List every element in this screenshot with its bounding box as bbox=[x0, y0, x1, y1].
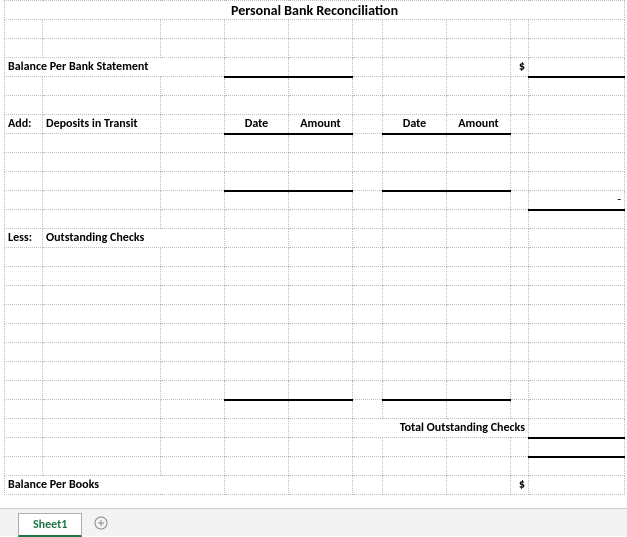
add-label: Add: bbox=[5, 115, 43, 134]
total-outstanding-label: Total Outstanding Checks bbox=[353, 419, 529, 438]
currency-symbol: $ bbox=[511, 58, 529, 77]
date-header-1: Date bbox=[225, 115, 289, 134]
sheet-tab-active[interactable]: Sheet1 bbox=[18, 513, 82, 537]
currency-symbol-2: $ bbox=[511, 476, 529, 495]
date-header-2: Date bbox=[383, 115, 447, 134]
sheet-tab-strip: Sheet1 bbox=[0, 508, 627, 536]
bank-balance-total[interactable] bbox=[529, 58, 625, 77]
bank-balance-field[interactable] bbox=[225, 58, 289, 77]
add-sheet-button[interactable] bbox=[90, 512, 112, 534]
page-title: Personal Bank Reconciliation bbox=[5, 1, 625, 20]
amount-header-2: Amount bbox=[447, 115, 511, 134]
amount-header-1: Amount bbox=[289, 115, 353, 134]
less-label: Less: bbox=[5, 229, 43, 248]
balance-per-books-value[interactable] bbox=[529, 476, 625, 495]
plus-circle-icon bbox=[94, 516, 108, 530]
spreadsheet-grid[interactable]: Personal Bank Reconciliation Balance Per… bbox=[4, 0, 625, 495]
deposits-in-transit-label: Deposits in Transit bbox=[43, 115, 161, 134]
balance-per-books-label: Balance Per Books bbox=[5, 476, 225, 495]
balance-per-bank-label: Balance Per Bank Statement bbox=[5, 58, 225, 77]
total-outstanding-value[interactable] bbox=[529, 419, 625, 438]
deposits-total: - bbox=[529, 191, 625, 210]
outstanding-checks-label: Outstanding Checks bbox=[43, 229, 225, 248]
worksheet-area[interactable]: Personal Bank Reconciliation Balance Per… bbox=[0, 0, 627, 508]
